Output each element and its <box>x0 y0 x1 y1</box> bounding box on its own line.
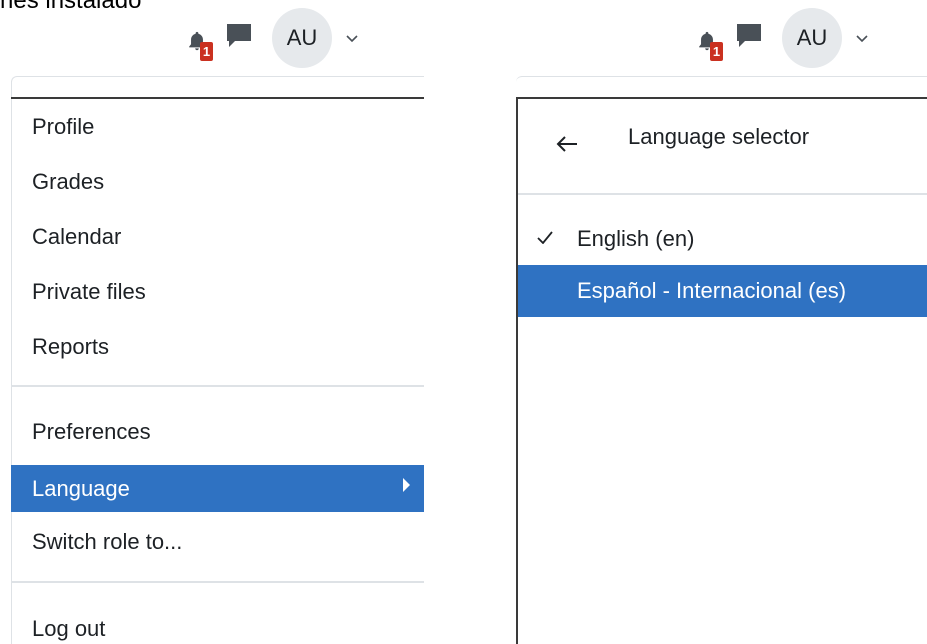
navbar-left: 1 AU <box>180 8 358 68</box>
chat-icon[interactable] <box>224 19 254 51</box>
menu-top-border <box>11 97 424 99</box>
user-avatar[interactable]: AU <box>272 8 332 68</box>
notification-badge: 1 <box>200 42 213 61</box>
notification-badge: 1 <box>710 42 723 61</box>
user-avatar[interactable]: AU <box>782 8 842 68</box>
chevron-down-icon[interactable] <box>346 35 358 43</box>
caption-text: nes instalado <box>0 0 142 14</box>
menu-divider <box>11 581 424 583</box>
language-option-label: Español - Internacional (es) <box>577 278 847 303</box>
language-option-english[interactable]: English (en) <box>518 213 927 265</box>
panel-title: Language selector <box>628 124 810 149</box>
language-option-spanish[interactable]: Español - Internacional (es) <box>518 265 927 317</box>
caret-right-icon <box>403 478 410 492</box>
panel-body: Language selector English (en) Español -… <box>516 97 927 644</box>
language-selector-panel: Language selector English (en) Español -… <box>516 76 927 644</box>
language-option-label: English (en) <box>577 226 695 251</box>
chat-icon[interactable] <box>734 19 764 51</box>
menu-divider <box>11 385 424 387</box>
menu-item-private-files[interactable]: Private files <box>11 272 424 312</box>
back-arrow-icon[interactable] <box>556 135 578 153</box>
menu-item-profile[interactable]: Profile <box>11 107 424 147</box>
menu-item-language[interactable]: Language <box>11 465 424 512</box>
menu-item-log-out[interactable]: Log out <box>11 609 424 644</box>
notifications-button[interactable]: 1 <box>180 18 220 61</box>
navbar-right: 1 AU <box>690 8 868 68</box>
menu-item-switch-role[interactable]: Switch role to... <box>11 522 424 562</box>
menu-item-calendar[interactable]: Calendar <box>11 217 424 257</box>
menu-item-preferences[interactable]: Preferences <box>11 412 424 452</box>
notifications-button[interactable]: 1 <box>690 18 730 61</box>
check-icon <box>537 231 553 244</box>
screenshot: nes instalado 1 AU 1 AU Profile Grades C… <box>0 0 927 644</box>
menu-item-reports[interactable]: Reports <box>11 327 424 367</box>
menu-item-grades[interactable]: Grades <box>11 162 424 202</box>
user-menu-dropdown: Profile Grades Calendar Private files Re… <box>11 76 424 644</box>
menu-item-language-label: Language <box>32 476 130 501</box>
chevron-down-icon[interactable] <box>856 35 868 43</box>
panel-header: Language selector <box>518 99 927 195</box>
